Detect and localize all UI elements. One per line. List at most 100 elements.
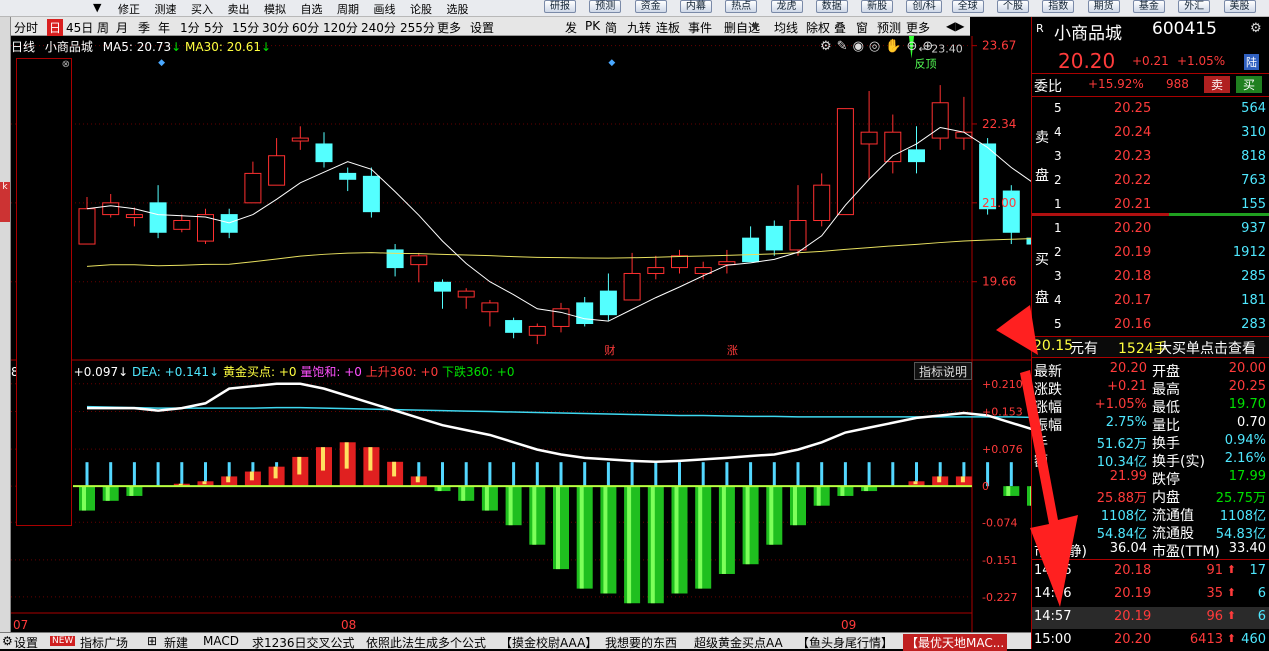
macd-bar-highlight: [793, 486, 797, 526]
menu-item[interactable]: 周期: [337, 1, 359, 17]
period-tab[interactable]: 更多: [437, 19, 461, 36]
tool-button[interactable]: 九转: [627, 19, 651, 36]
sidebar-block[interactable]: k: [0, 182, 10, 222]
indicator-tab[interactable]: 指标广场: [80, 634, 128, 651]
chart-tools[interactable]: ⚙✎◉◎✋⊖⊕: [820, 39, 938, 54]
macd-tick: [464, 462, 468, 487]
period-tab[interactable]: 年: [158, 19, 170, 36]
candle-body: [505, 320, 523, 333]
close-icon[interactable]: ⊗: [62, 59, 70, 70]
menu-button[interactable]: 指数: [1042, 0, 1075, 13]
stat-value: 54.84亿: [1096, 527, 1147, 542]
period-tab[interactable]: 季: [138, 19, 150, 36]
menu-button[interactable]: 个股: [997, 0, 1029, 13]
menu-button[interactable]: 研报: [544, 0, 576, 13]
menu-button[interactable]: 美股: [1223, 0, 1256, 13]
dea-value: DEA: +0.141: [131, 365, 210, 379]
eye-icon[interactable]: ◉: [853, 39, 869, 54]
menu-item[interactable]: 买入: [191, 1, 213, 17]
indicator-explain-button[interactable]: 指标说明: [914, 362, 972, 380]
arrow-icon[interactable]: ▼: [93, 1, 101, 14]
period-tab[interactable]: 设置: [470, 19, 494, 36]
indicator-tab[interactable]: 我想要的东西: [605, 634, 677, 651]
tick-count: 460: [1241, 632, 1266, 647]
tool-button[interactable]: 事件: [688, 19, 712, 36]
indicator-tab[interactable]: 【摸金校尉AAA】: [500, 634, 597, 651]
menu-button[interactable]: 外汇: [1178, 0, 1211, 13]
period-tab[interactable]: 分时: [14, 19, 38, 36]
menu-item[interactable]: 修正: [118, 1, 140, 17]
menu-item[interactable]: 论股: [410, 1, 432, 17]
candle-body: [362, 175, 380, 213]
menu-item[interactable]: 模拟: [264, 1, 286, 17]
indicator-tab[interactable]: NEW: [50, 636, 76, 646]
tool-button[interactable]: 更多: [906, 19, 930, 36]
menu-button[interactable]: 龙虎: [770, 0, 803, 13]
period-tab[interactable]: 月: [116, 19, 128, 36]
menu-button[interactable]: 资金: [634, 0, 667, 13]
chart-area[interactable]: ← 23.40 反顶财涨 ◆ ◆ 23.67 22.34 21.00 19.66 +0.210 +…: [11, 36, 1031, 632]
macd-bar-negative: [695, 486, 712, 589]
settings-icon[interactable]: ⚙: [820, 39, 837, 54]
indicator-tab[interactable]: MACD: [203, 634, 239, 648]
indicator-tab[interactable]: 设置: [14, 634, 38, 651]
indicator-tab[interactable]: 【最优天地MAC...: [903, 634, 1008, 651]
new-file-icon[interactable]: ⊞: [147, 634, 157, 648]
tool-button[interactable]: 发: [565, 19, 577, 36]
stat-label: 跌停: [1152, 472, 1180, 488]
tool-button[interactable]: 除权: [806, 19, 830, 36]
menu-button[interactable]: 基金: [1132, 0, 1165, 13]
tool-button[interactable]: 简: [605, 19, 617, 36]
menu-item[interactable]: 选股: [447, 1, 469, 17]
menu-button[interactable]: 预测: [589, 0, 622, 13]
indicator-tab[interactable]: 求1236日交叉公式: [252, 634, 355, 651]
stat-label: 最新: [1034, 364, 1062, 380]
macd-bar-highlight: [769, 486, 774, 545]
plus-icon[interactable]: ⊕: [922, 39, 938, 54]
indicator-tab[interactable]: 新建: [164, 634, 188, 651]
menu-button[interactable]: 数据: [815, 0, 848, 13]
kline-chart[interactable]: ← 23.40反顶财 涨◆ ◆23.6722.3421.0019.66+0.210+…: [11, 36, 1031, 632]
tool-button[interactable]: 预测: [877, 19, 901, 36]
gear-icon[interactable]: ⚙: [2, 634, 13, 648]
tool-button[interactable]: 均线: [774, 19, 798, 36]
period-tab[interactable]: 120分: [323, 19, 358, 36]
candle-body: [78, 208, 96, 245]
menu-button[interactable]: 内幕: [679, 0, 712, 13]
indicator-tab[interactable]: 依照此法生成多个公式: [366, 634, 486, 651]
period-tab[interactable]: 45日: [66, 19, 93, 36]
hand-icon[interactable]: ✋: [885, 39, 906, 54]
period-tab[interactable]: 15分: [232, 19, 259, 36]
period-tab[interactable]: 60分: [292, 19, 319, 36]
dropdown-icon[interactable]: [751, 24, 759, 30]
menu-button[interactable]: 全球: [951, 0, 984, 13]
tool-button[interactable]: 连板: [656, 19, 680, 36]
period-tab[interactable]: 周: [97, 19, 109, 36]
pen-icon[interactable]: ✎: [837, 39, 853, 54]
menu-item[interactable]: 自选: [301, 1, 323, 17]
minus-icon[interactable]: ⊖: [906, 39, 922, 54]
left-sidebar-strip[interactable]: k: [0, 17, 11, 632]
menu-item[interactable]: 卖出: [228, 1, 250, 17]
eye-icon[interactable]: ◎: [869, 39, 885, 54]
period-tab[interactable]: 30分: [262, 19, 289, 36]
indicator-tab[interactable]: 超级黄金买点AA: [694, 634, 783, 651]
tool-button[interactable]: PK: [585, 19, 600, 33]
macd-bar-highlight: [603, 486, 608, 594]
period-tab[interactable]: 240分: [361, 19, 396, 36]
menu-button[interactable]: 热点: [725, 0, 758, 13]
period-tab[interactable]: 5分: [204, 19, 224, 36]
menu-button[interactable]: 新股: [861, 0, 894, 13]
candle-body: [410, 255, 428, 266]
period-tab[interactable]: 255分: [400, 19, 435, 36]
chevron-right-icon[interactable]: ◀▶: [946, 19, 964, 33]
tool-button[interactable]: 叠: [834, 19, 846, 36]
menu-item[interactable]: 测速: [155, 1, 177, 17]
indicator-tab[interactable]: 【鱼头身尾行情】: [797, 634, 893, 651]
tool-button[interactable]: 窗: [856, 19, 868, 36]
menu-item[interactable]: 画线: [374, 1, 396, 17]
menu-button[interactable]: 期货: [1087, 0, 1120, 13]
period-tab[interactable]: 1分: [180, 19, 200, 36]
period-tab[interactable]: 日: [47, 19, 64, 36]
menu-button[interactable]: 创/科: [906, 0, 942, 13]
